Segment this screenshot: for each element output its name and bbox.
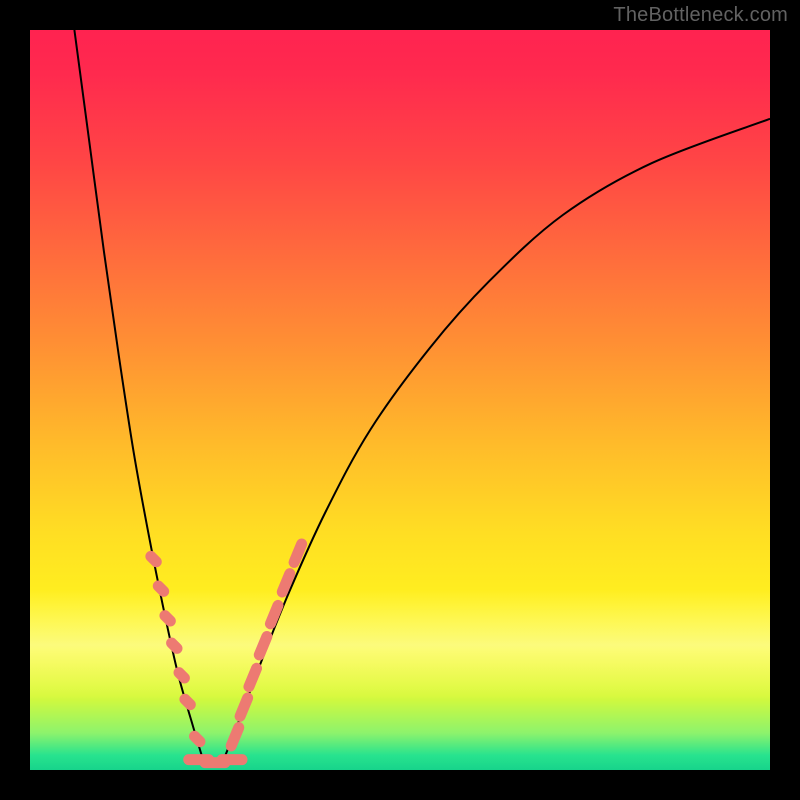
dash-segment	[249, 668, 257, 686]
right-curve	[222, 119, 770, 763]
dash-segment	[270, 605, 278, 623]
dash-segment	[158, 586, 163, 591]
chart-frame: TheBottleneck.com	[0, 0, 800, 800]
dash-segment	[172, 643, 177, 648]
dash-segment	[294, 544, 302, 562]
dash-segment	[195, 736, 200, 741]
dash-segment	[231, 728, 239, 746]
dash-segment	[240, 698, 248, 716]
dash-segment	[282, 574, 290, 592]
dash-segment	[179, 673, 184, 678]
dash-segment	[185, 699, 190, 704]
dash-segment	[151, 556, 156, 561]
curve-layer	[30, 30, 770, 770]
dash-segment	[259, 636, 267, 654]
plot-area	[30, 30, 770, 770]
left-curve	[74, 30, 204, 763]
watermark-text: TheBottleneck.com	[613, 4, 788, 27]
dash-segment	[165, 616, 170, 621]
